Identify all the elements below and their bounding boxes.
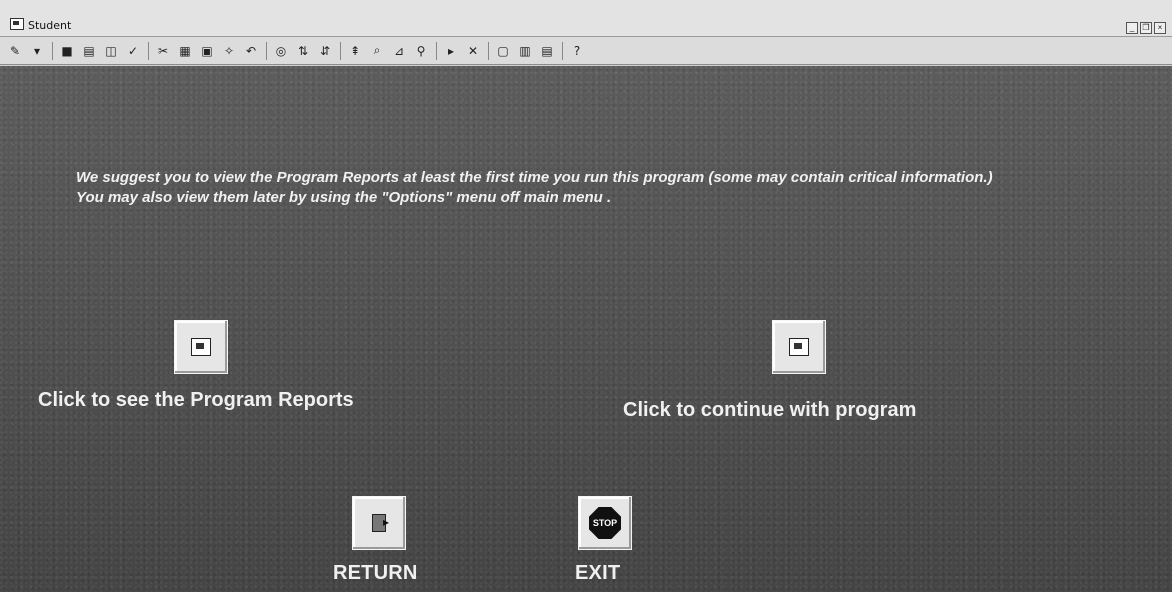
toolbar-separator <box>266 41 267 60</box>
undo-icon[interactable]: ↶ <box>242 42 260 60</box>
program-reports-label: Click to see the Program Reports <box>38 389 354 411</box>
toolbar-separator <box>488 41 489 60</box>
window-title: Student <box>28 19 72 32</box>
sort-descending-icon[interactable]: ⇵ <box>316 42 334 60</box>
print-icon[interactable]: ▤ <box>80 42 98 60</box>
program-reports-button[interactable] <box>174 320 228 374</box>
filter-by-selection-icon[interactable]: ⇞ <box>346 42 364 60</box>
minimize-icon[interactable]: _ <box>1126 22 1138 34</box>
delete-record-icon[interactable]: ✕ <box>464 42 482 60</box>
cut-icon[interactable]: ✂ <box>154 42 172 60</box>
help-icon[interactable]: ? <box>568 42 586 60</box>
new-record-icon[interactable]: ▸ <box>442 42 460 60</box>
app-window: Student _ ❐ × ✎ ▾ ■ ▤ ◫ ✓ ✂ ▦ ▣ ✧ ↶ ◎ ⇅ … <box>0 0 1172 592</box>
save-icon[interactable]: ■ <box>58 42 76 60</box>
hyperlink-icon[interactable]: ◎ <box>272 42 290 60</box>
app-icon <box>10 18 24 30</box>
window-controls: _ ❐ × <box>1126 22 1166 34</box>
return-label: RETURN <box>333 562 418 584</box>
format-painter-icon[interactable]: ✧ <box>220 42 238 60</box>
dropdown-icon[interactable]: ▾ <box>28 42 46 60</box>
exit-door-icon <box>372 514 389 532</box>
copy-icon[interactable]: ▦ <box>176 42 194 60</box>
toolbar: ✎ ▾ ■ ▤ ◫ ✓ ✂ ▦ ▣ ✧ ↶ ◎ ⇅ ⇵ ⇞ ⌕ ⊿ ⚲ ▸ ✕ … <box>0 37 1172 65</box>
binoculars-icon[interactable]: ⚲ <box>412 42 430 60</box>
exit-button[interactable]: STOP <box>578 496 632 550</box>
sort-ascending-icon[interactable]: ⇅ <box>294 42 312 60</box>
spelling-icon[interactable]: ✓ <box>124 42 142 60</box>
new-object-icon[interactable]: ▤ <box>538 42 556 60</box>
find-icon[interactable]: ⌕ <box>368 42 386 60</box>
print-preview-icon[interactable]: ◫ <box>102 42 120 60</box>
continue-button[interactable] <box>772 320 826 374</box>
toolbar-separator <box>562 41 563 60</box>
toolbar-separator <box>52 41 53 60</box>
stop-sign-icon: STOP <box>589 507 621 539</box>
continue-label: Click to continue with program <box>623 399 917 421</box>
continue-icon <box>789 338 809 356</box>
form-canvas: We suggest you to view the Program Repor… <box>0 66 1172 592</box>
title-bar: Student _ ❐ × <box>0 0 1172 37</box>
toolbar-separator <box>340 41 341 60</box>
exit-label: EXIT <box>575 562 621 584</box>
restore-icon[interactable]: ❐ <box>1140 22 1152 34</box>
paste-icon[interactable]: ▣ <box>198 42 216 60</box>
properties-icon[interactable]: ▢ <box>494 42 512 60</box>
instructions-text: We suggest you to view the Program Repor… <box>76 169 993 206</box>
design-view-icon[interactable]: ✎ <box>6 42 24 60</box>
report-icon <box>191 338 211 356</box>
apply-filter-icon[interactable]: ⊿ <box>390 42 408 60</box>
toolbar-separator <box>436 41 437 60</box>
toolbar-separator <box>148 41 149 60</box>
return-button[interactable] <box>352 496 406 550</box>
database-window-icon[interactable]: ▥ <box>516 42 534 60</box>
close-icon[interactable]: × <box>1154 22 1166 34</box>
